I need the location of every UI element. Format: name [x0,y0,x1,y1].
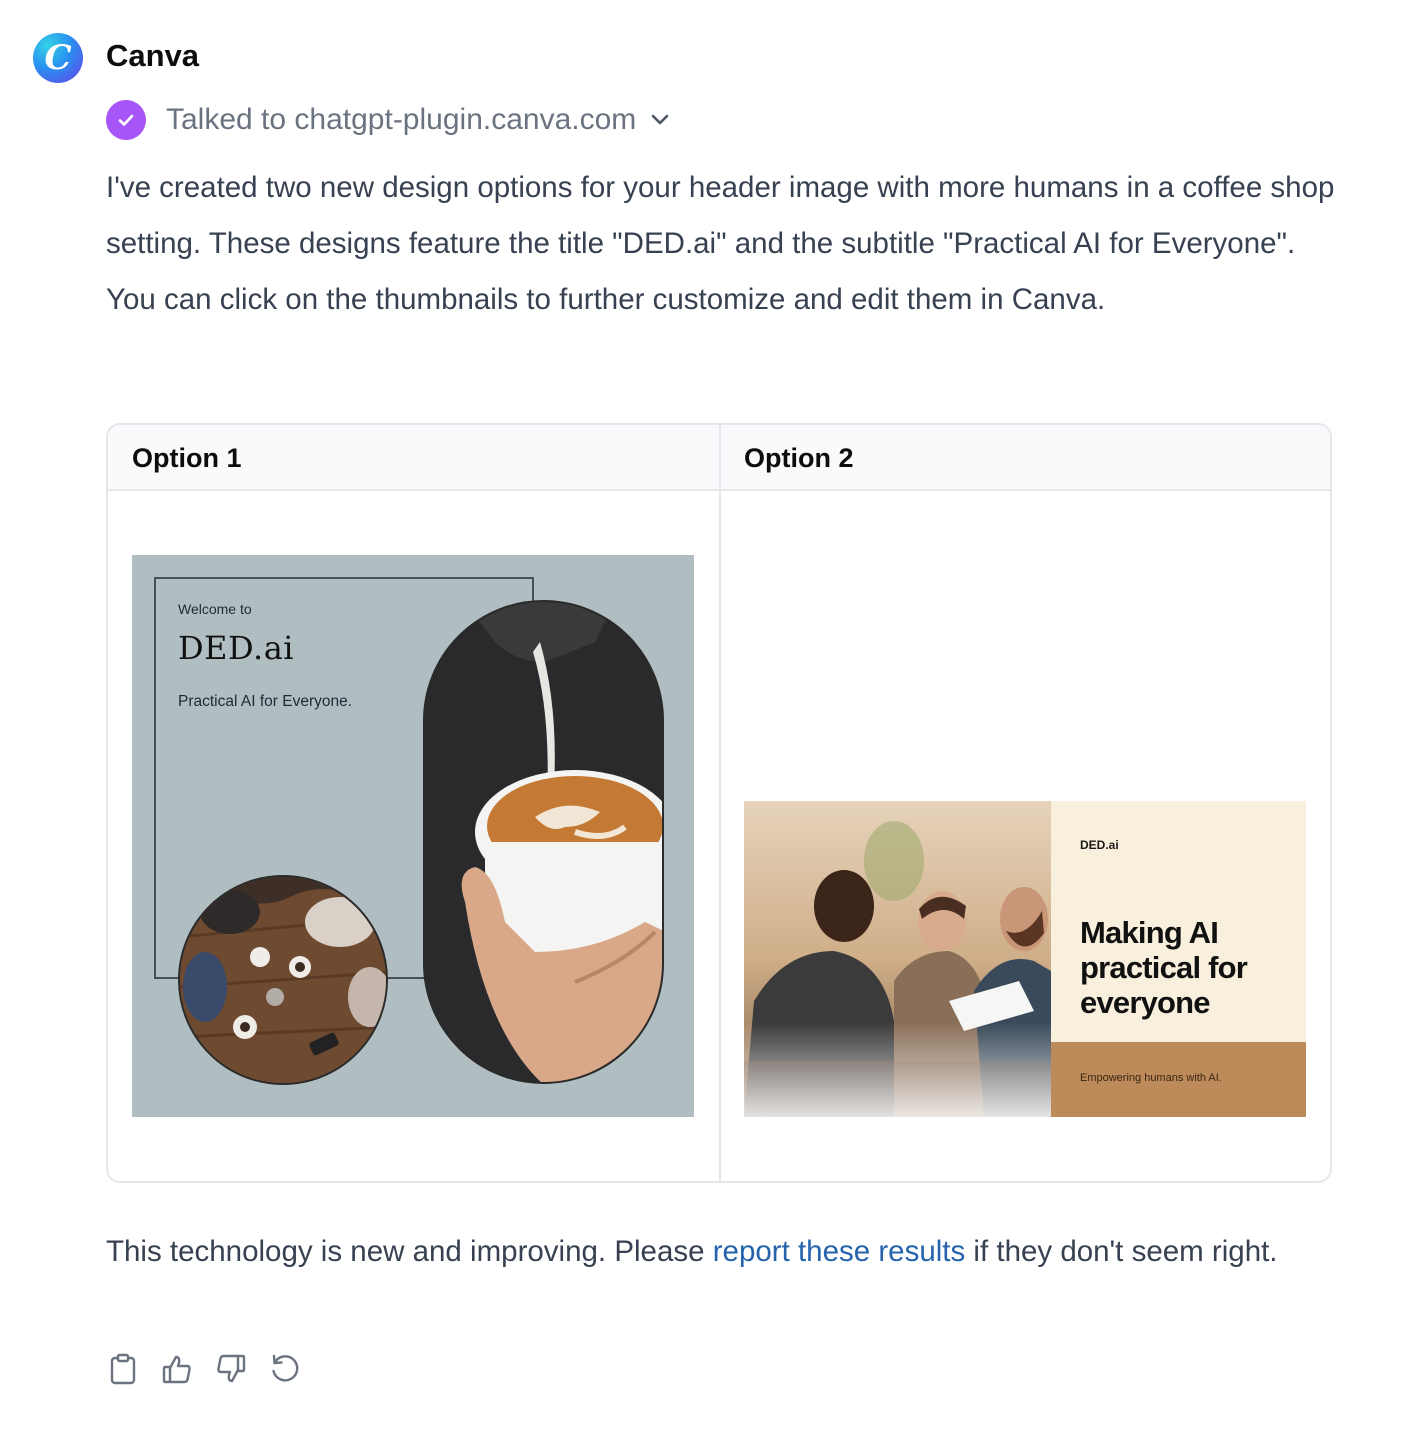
thumbnail-tagline: Empowering humans with AI. [1080,1072,1222,1084]
disclaimer-after-link: if they don't seem right. [965,1235,1278,1268]
thumbnail-headline: Making AI practical for everyone [1080,915,1248,1020]
thumbnail-welcome-text: Welcome to [178,601,252,617]
thumbnail-subtitle: Practical AI for Everyone. [178,693,353,710]
thumbs-down-icon[interactable] [214,1352,248,1386]
clipboard-icon[interactable] [106,1352,140,1386]
option-1-thumbnail[interactable]: Welcome to DED.ai Practical AI for Every… [132,555,694,1117]
column-divider [719,425,721,1181]
thumbs-up-icon[interactable] [160,1352,194,1386]
column-header-option-2: Option 2 [744,443,854,473]
message-body: I've created two new design options for … [106,171,1335,316]
sender-name: Canva [106,38,200,73]
coffee-table-photo [178,875,388,1085]
canva-avatar: C [33,33,83,83]
column-header-option-1: Option 1 [132,443,242,473]
disclaimer-text: This technology is new and improving. Pl… [106,1224,1346,1280]
disclaimer-before-link: This technology is new and improving. Pl… [106,1235,713,1268]
thumbnail-title: DED.ai [178,629,295,667]
latte-pour-photo [423,600,664,1084]
message-actions [106,1352,302,1386]
refresh-icon[interactable] [268,1352,302,1386]
plugin-status-text: Talked to chatgpt-plugin.canva.com [166,103,637,136]
report-results-link[interactable]: report these results [713,1235,966,1268]
team-meeting-photo [744,801,1051,1117]
thumbnail-brand: DED.ai [1080,838,1119,852]
plugin-status-toggle[interactable]: Talked to chatgpt-plugin.canva.com [106,99,670,141]
design-options-table: Option 1 Option 2 Welcome to DED.ai Prac… [106,423,1332,1183]
check-circle-icon [106,100,146,140]
option-2-thumbnail[interactable]: DED.ai Making AI practical for everyone … [744,801,1306,1117]
chevron-down-icon [650,113,670,127]
